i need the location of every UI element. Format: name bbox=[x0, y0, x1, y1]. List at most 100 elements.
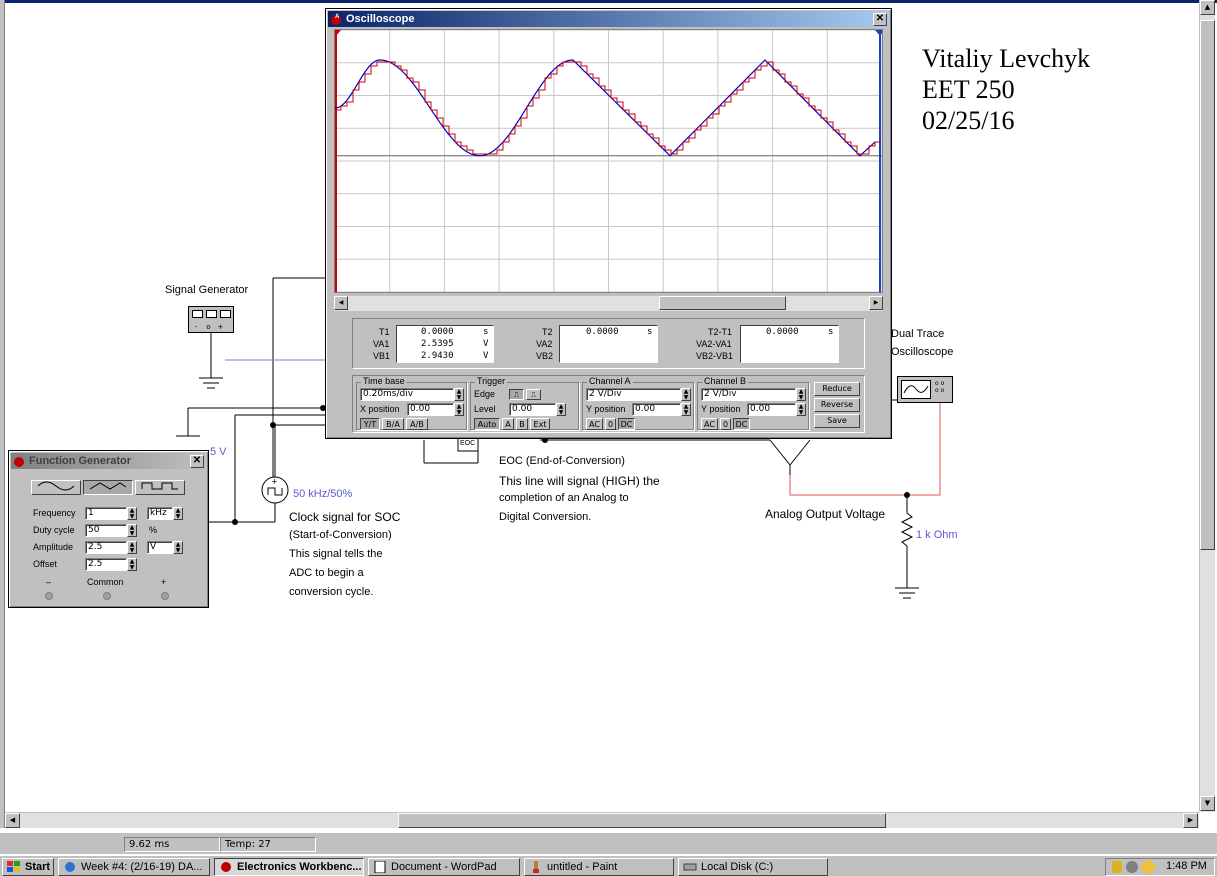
horizontal-scrollbar[interactable]: ◀ ▶ bbox=[5, 812, 1199, 828]
amplitude-spinner[interactable]: ▲ ▼ bbox=[127, 541, 137, 554]
tray-clock: 1:48 PM bbox=[1166, 860, 1207, 872]
workbench-app-icon bbox=[14, 457, 24, 467]
frequency-unit-select[interactable]: kHz bbox=[147, 507, 173, 520]
oscilloscope-label: Oscilloscope bbox=[891, 346, 954, 358]
oscilloscope-window: A Oscilloscope ✕ ◀ ▶ T1 VA1 VB1 0.0000 s… bbox=[325, 8, 892, 439]
taskbar-item-label: untitled - Paint bbox=[547, 861, 618, 873]
terminal-plus-icon[interactable] bbox=[161, 592, 169, 600]
scroll-right-button[interactable]: ▶ bbox=[1183, 813, 1198, 828]
scope-scroll-right[interactable]: ▶ bbox=[869, 296, 883, 310]
channel-a-zero-button[interactable]: 0 bbox=[605, 418, 616, 430]
t1-unit: s bbox=[483, 327, 489, 337]
supply-voltage-label: 5 V bbox=[210, 446, 227, 458]
oscilloscope-titlebar[interactable]: A Oscilloscope ✕ bbox=[328, 11, 889, 27]
taskbar-item-paint[interactable]: untitled - Paint bbox=[524, 858, 674, 876]
channel-b-zero-button[interactable]: 0 bbox=[720, 418, 731, 430]
start-button[interactable]: Start bbox=[2, 858, 54, 876]
ab-button[interactable]: A/B bbox=[406, 418, 428, 430]
cursor2-readout: 0.0000 s bbox=[559, 325, 658, 363]
falling-edge-button[interactable]: ⎍ bbox=[526, 389, 541, 400]
taskbar-item-wordpad[interactable]: Document - WordPad bbox=[368, 858, 520, 876]
trigger-ext-button[interactable]: Ext bbox=[530, 418, 550, 430]
triangle-wave-button[interactable] bbox=[83, 480, 133, 495]
wordpad-icon bbox=[374, 861, 386, 873]
trigger-b-button[interactable]: B bbox=[516, 418, 528, 430]
scope-scroll-left[interactable]: ◀ bbox=[334, 296, 348, 310]
duty-cycle-input[interactable]: 50 bbox=[85, 524, 127, 537]
browser-icon bbox=[65, 862, 75, 872]
reduce-button[interactable]: Reduce bbox=[814, 382, 860, 396]
scope-scroll-thumb[interactable] bbox=[659, 296, 786, 310]
amplitude-unit-spinner[interactable]: ▲ ▼ bbox=[173, 541, 183, 554]
offset-spinner[interactable]: ▲ ▼ bbox=[127, 558, 137, 571]
timebase-spinner[interactable]: ▲ ▼ bbox=[454, 388, 464, 401]
timebase-xpos-spinner[interactable]: ▲ ▼ bbox=[454, 403, 464, 416]
terminal-common-icon[interactable] bbox=[103, 592, 111, 600]
trigger-level-input[interactable]: 0.00 bbox=[509, 403, 556, 416]
close-icon[interactable]: ✕ bbox=[873, 13, 887, 26]
terminal-minus-icon[interactable] bbox=[45, 592, 53, 600]
channel-a-ac-button[interactable]: AC bbox=[586, 418, 603, 430]
scroll-left-button[interactable]: ◀ bbox=[5, 813, 20, 828]
sine-wave-button[interactable] bbox=[31, 480, 81, 495]
offset-input[interactable]: 2.5 bbox=[85, 558, 127, 571]
disk-drive-icon bbox=[683, 863, 697, 871]
channel-a-ypos-input[interactable]: 0.00 bbox=[632, 403, 681, 416]
channel-a-scale-input[interactable]: 2 V/Div bbox=[586, 388, 681, 401]
trigger-level-spinner[interactable]: ▲ ▼ bbox=[556, 403, 566, 416]
trigger-title: Trigger bbox=[475, 376, 508, 386]
channel-b-ypos-spinner[interactable]: ▲ ▼ bbox=[796, 403, 806, 416]
taskbar-item-label: Local Disk (C:) bbox=[701, 861, 774, 873]
network-icon[interactable] bbox=[1126, 861, 1138, 873]
signal-generator-icon[interactable]: - o + bbox=[188, 306, 234, 333]
channel-b-title: Channel B bbox=[702, 376, 749, 386]
channel-b-scale-input[interactable]: 2 V/Div bbox=[701, 388, 796, 401]
channel-b-dc-button[interactable]: DC bbox=[733, 418, 750, 430]
shield-icon[interactable] bbox=[1112, 861, 1122, 873]
duty-cycle-spinner[interactable]: ▲ ▼ bbox=[127, 524, 137, 537]
taskbar-item-electronics-workbench[interactable]: Electronics Workbenc... bbox=[214, 858, 364, 876]
frequency-input[interactable]: 1 bbox=[85, 507, 127, 520]
course-code: EET 250 bbox=[922, 75, 1015, 104]
frequency-unit-spinner[interactable]: ▲ ▼ bbox=[173, 507, 183, 520]
channel-b-ypos-input[interactable]: 0.00 bbox=[747, 403, 796, 416]
frequency-spinner[interactable]: ▲ ▼ bbox=[127, 507, 137, 520]
readout-panel: T1 VA1 VB1 0.0000 s 2.5395 V 2.9430 V T2… bbox=[352, 318, 865, 369]
square-wave-button[interactable] bbox=[135, 480, 185, 495]
taskbar-item-local-disk[interactable]: Local Disk (C:) bbox=[678, 858, 828, 876]
workbench-app-icon bbox=[221, 862, 231, 872]
channel-b-scale-spinner[interactable]: ▲ ▼ bbox=[796, 388, 806, 401]
eoc-note-line-1: EOC (End-of-Conversion) bbox=[499, 455, 625, 467]
amplitude-unit-select[interactable]: V bbox=[147, 541, 173, 554]
channel-b-ac-button[interactable]: AC bbox=[701, 418, 718, 430]
function-generator-titlebar[interactable]: Function Generator ✕ bbox=[11, 453, 206, 469]
alert-icon[interactable] bbox=[1139, 858, 1157, 876]
save-button[interactable]: Save bbox=[814, 414, 860, 428]
channel-a-ypos-label: Y position bbox=[586, 404, 626, 414]
close-icon[interactable]: ✕ bbox=[190, 455, 204, 468]
channel-a-ypos-spinner[interactable]: ▲ ▼ bbox=[681, 403, 691, 416]
t1-label: T1 bbox=[379, 327, 390, 337]
rising-edge-button[interactable]: ⎍ bbox=[509, 389, 524, 400]
offset-label: Offset bbox=[33, 559, 57, 569]
dual-trace-label: Dual Trace bbox=[891, 328, 945, 340]
timebase-input[interactable]: 0.20ms/div bbox=[360, 388, 454, 401]
yt-button[interactable]: Y/T bbox=[360, 418, 380, 430]
eoc-note-line-3: completion of an Analog to bbox=[499, 492, 629, 504]
auto-trigger-button[interactable]: Auto bbox=[474, 418, 500, 430]
channel-a-group: Channel A 2 V/Div ▲ ▼ Y position 0.00 ▲ ▼ … bbox=[582, 376, 694, 430]
windows-logo-icon bbox=[7, 861, 20, 872]
oscilloscope-component-icon[interactable]: o oo o bbox=[897, 376, 953, 403]
scope-screen[interactable] bbox=[334, 29, 883, 293]
channel-a-dc-button[interactable]: DC bbox=[618, 418, 635, 430]
horizontal-scroll-thumb[interactable] bbox=[398, 813, 886, 828]
scope-scrollbar[interactable]: ◀ ▶ bbox=[334, 296, 883, 311]
reverse-button[interactable]: Reverse bbox=[814, 398, 860, 412]
taskbar-item-week4[interactable]: Week #4: (2/16-19) DA... bbox=[58, 858, 210, 876]
timebase-xpos-input[interactable]: 0.00 bbox=[407, 403, 454, 416]
channel-a-scale-spinner[interactable]: ▲ ▼ bbox=[681, 388, 691, 401]
amplitude-input[interactable]: 2.5 bbox=[85, 541, 127, 554]
trigger-a-button[interactable]: A bbox=[502, 418, 514, 430]
ba-button[interactable]: B/A bbox=[382, 418, 404, 430]
workbench-app-icon: A bbox=[331, 14, 341, 25]
